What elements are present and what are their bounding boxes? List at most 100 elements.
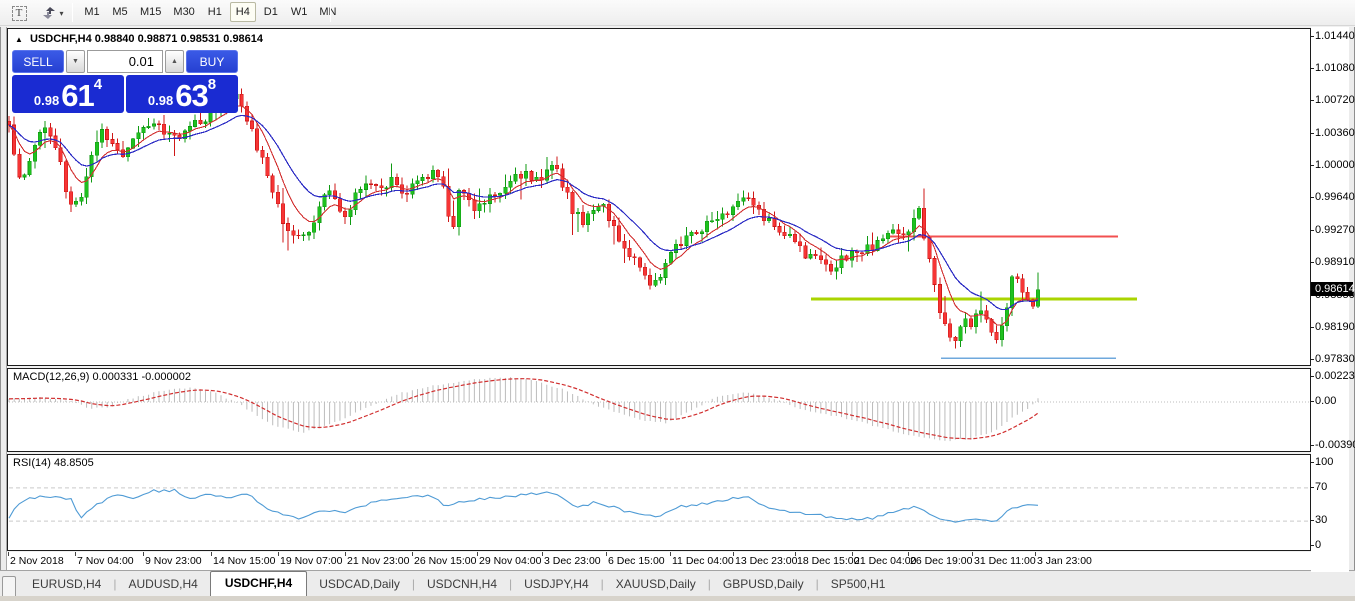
time-axis-label: 7 Nov 04:00 [77,555,134,567]
timeframe-button-d1[interactable]: D1 [258,2,284,22]
main-chart-panel[interactable]: ▲ USDCHF,H4 0.98840 0.98871 0.98531 0.98… [7,28,1311,366]
chart-tab-audusd[interactable]: AUDUSD,H4 [116,573,209,596]
axis-tick [1311,230,1314,231]
arrows-icon [42,6,56,20]
price-axis-label: 0.98910 [1315,256,1355,268]
axis-tick [1311,133,1314,134]
window-right-frame [1349,27,1355,596]
timeframe-button-h4[interactable]: H4 [230,2,256,22]
time-axis-tick [542,552,543,556]
axis-tick [1311,165,1314,166]
timeframe-button-w1[interactable]: W1 [286,2,313,22]
rsi-axis-label: 70 [1315,481,1327,493]
buy-button[interactable]: BUY [186,50,238,73]
chart-tab-eurusd[interactable]: EURUSD,H4 [20,573,113,596]
chart-tab-gbpusd[interactable]: GBPUSD,Daily [711,573,816,596]
chart-tab-usdcad[interactable]: USDCAD,Daily [307,573,412,596]
price-axis-label: 0.97830 [1315,353,1355,365]
chart-symbol-label: USDCHF,H4 [30,33,92,45]
timeframe-button-m15[interactable]: M15 [135,2,166,22]
time-axis-tick [8,552,9,556]
price-axis-label: 1.00720 [1315,94,1355,106]
chart-tab-usdchf[interactable]: USDCHF,H4 [210,571,307,597]
time-axis-tick [908,552,909,556]
time-axis-label: 26 Nov 15:00 [414,555,476,567]
chart-title: ▲ USDCHF,H4 0.98840 0.98871 0.98531 0.98… [15,33,263,45]
toolbar: T ▾ M1M5M15M30H1H4D1W1MN [0,0,1355,26]
collapse-arrow-icon[interactable]: ▲ [15,35,23,44]
timeframe-button-mn[interactable]: MN [314,2,341,22]
time-axis-tick [670,552,671,556]
one-click-trade-panel: SELL ▼ ▲ BUY 0.98 61 4 0.98 63 8 [12,50,238,113]
chart-tab-sp500[interactable]: SP500,H1 [819,573,898,596]
time-axis-tick [143,552,144,556]
sell-price-prefix: 0.98 [34,91,59,111]
timeframe-button-h1[interactable]: H1 [202,2,228,22]
time-axis-tick [795,552,796,556]
chart-tab-usdcnh[interactable]: USDCNH,H4 [415,573,509,596]
macd-indicator-panel[interactable]: MACD(12,26,9) 0.000331 -0.000002 [7,368,1311,452]
time-axis-tick [278,552,279,556]
volume-decrease-button[interactable]: ▼ [66,50,85,73]
time-axis-tick [972,552,973,556]
time-axis-tick [345,552,346,556]
volume-increase-button[interactable]: ▲ [165,50,184,73]
text-label-tool-button[interactable]: T [8,3,30,23]
text-tool-icon: T [12,6,27,21]
time-axis-label: 3 Dec 23:00 [544,555,601,567]
axis-tick [1311,327,1314,328]
price-axis-label: 0.98190 [1315,321,1355,333]
arrows-tool-button[interactable]: ▾ [38,3,68,23]
timeframe-button-m5[interactable]: M5 [107,2,133,22]
axis-tick [1311,487,1314,488]
timeframe-group: M1M5M15M30H1H4D1W1MN [78,2,342,22]
time-axis-label: 2 Nov 2018 [10,555,64,567]
mt-terminal-window: T ▾ M1M5M15M30H1H4D1W1MN ▲ USDCHF,H4 0.9… [0,0,1355,601]
macd-value-signal: -0.000002 [141,371,191,383]
sell-button[interactable]: SELL [12,50,64,73]
macd-label: MACD(12,26,9) 0.000331 -0.000002 [13,371,191,383]
macd-axis-label: 0.002239 [1315,370,1355,382]
buy-price-display[interactable]: 0.98 63 8 [126,75,238,113]
time-axis-label: 19 Nov 07:00 [280,555,342,567]
rsi-axis-label: 30 [1315,514,1327,526]
timeframe-button-m1[interactable]: M1 [79,2,105,22]
rsi-indicator-panel[interactable]: RSI(14) 48.8505 [7,454,1311,551]
axis-tick [1311,545,1314,546]
sell-price-display[interactable]: 0.98 61 4 [12,75,124,113]
chevron-down-icon: ▾ [59,9,63,18]
rsi-axis-label: 100 [1315,456,1333,468]
time-axis-label: 3 Jan 23:00 [1037,555,1092,567]
time-axis-tick [852,552,853,556]
window-left-frame [0,27,7,596]
axis-tick [1311,520,1314,521]
toolbar-separator [72,3,73,22]
price-axis-label: 1.00360 [1315,127,1355,139]
chart-tab-usdjpy[interactable]: USDJPY,H4 [512,573,600,596]
time-axis-tick [412,552,413,556]
chart-tab-xauusd[interactable]: XAUUSD,Daily [604,573,708,596]
price-axis[interactable]: 1.014401.010801.007201.003601.000000.996… [1311,27,1349,572]
time-axis-label: 21 Nov 23:00 [347,555,409,567]
time-axis-label: 9 Nov 23:00 [145,555,202,567]
sell-price-point: 4 [94,76,102,93]
macd-axis-label: -0.003901 [1315,439,1355,451]
buy-price-prefix: 0.98 [148,91,173,111]
rsi-axis-label: 0 [1315,539,1321,551]
buy-price-point: 8 [208,76,216,93]
price-axis-label: 1.01440 [1315,30,1355,42]
axis-tick [1311,100,1314,101]
time-axis-tick [606,552,607,556]
time-axis-label: 29 Nov 04:00 [479,555,541,567]
axis-tick [1311,262,1314,263]
price-axis-label: 0.99640 [1315,191,1355,203]
time-axis-label: 14 Nov 15:00 [213,555,275,567]
timeframe-button-m30[interactable]: M30 [168,2,199,22]
buy-price-pips: 63 [175,81,207,111]
window-bottom-edge [0,596,1355,601]
axis-tick [1311,68,1314,69]
volume-input[interactable] [87,50,163,73]
time-axis-tick [75,552,76,556]
time-axis[interactable]: 2 Nov 2018 7 Nov 04:00 9 Nov 23:00 14 Nov 1… [7,552,1311,570]
tab-gripper[interactable] [2,576,16,596]
